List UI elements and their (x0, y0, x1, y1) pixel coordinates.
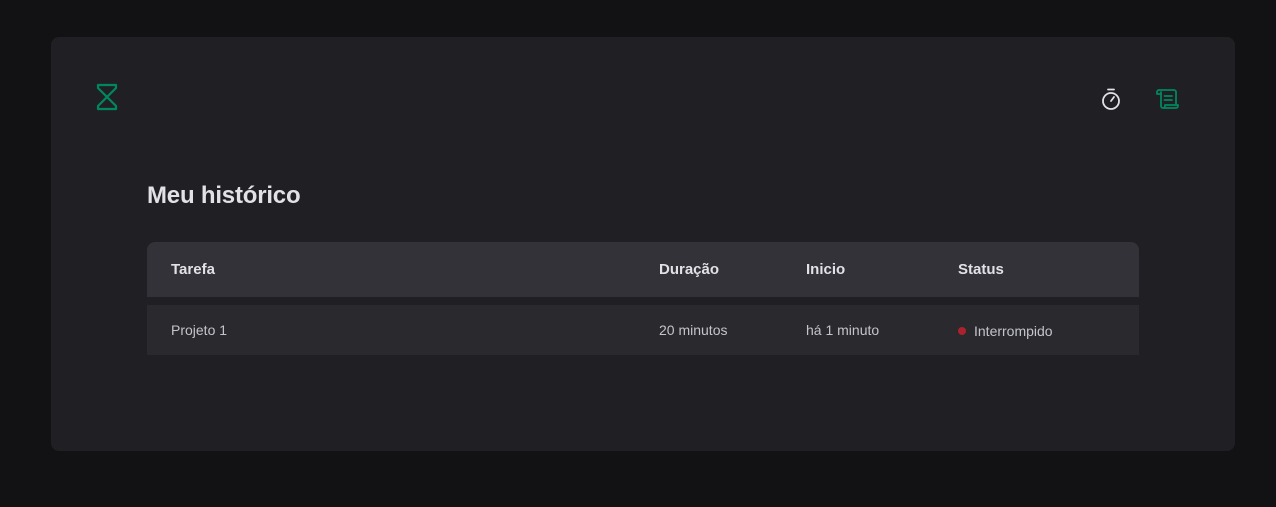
column-header-start: Inicio (782, 242, 934, 297)
scroll-icon (1155, 88, 1179, 115)
logo (95, 83, 119, 116)
cell-duration: 20 minutos (635, 301, 782, 355)
main-nav (1095, 87, 1183, 115)
cell-task: Projeto 1 (147, 301, 635, 355)
history-table: Tarefa Duração Inicio Status Projeto 1 2… (147, 238, 1139, 359)
history-table-container: Tarefa Duração Inicio Status Projeto 1 2… (147, 242, 1139, 359)
cell-start: há 1 minuto (782, 301, 934, 355)
table-header-row: Tarefa Duração Inicio Status (147, 242, 1139, 297)
status-dot (958, 326, 966, 335)
status-label: Interrompido (974, 322, 1053, 339)
page-title: Meu histórico (147, 182, 301, 209)
column-header-duration: Duração (635, 242, 782, 297)
table-row: Projeto 1 20 minutos há 1 minuto Interro… (147, 301, 1139, 355)
hourglass-icon (96, 83, 118, 116)
app-container: Meu histórico Tarefa Duração Inicio Stat… (51, 37, 1235, 451)
column-header-status: Status (934, 242, 1139, 297)
nav-history-button[interactable] (1151, 87, 1183, 115)
cell-status: Interrompido (934, 301, 1139, 355)
nav-timer-button[interactable] (1095, 87, 1127, 115)
timer-icon (1100, 87, 1122, 116)
status-badge: Interrompido (958, 323, 1053, 339)
column-header-task: Tarefa (147, 242, 635, 297)
